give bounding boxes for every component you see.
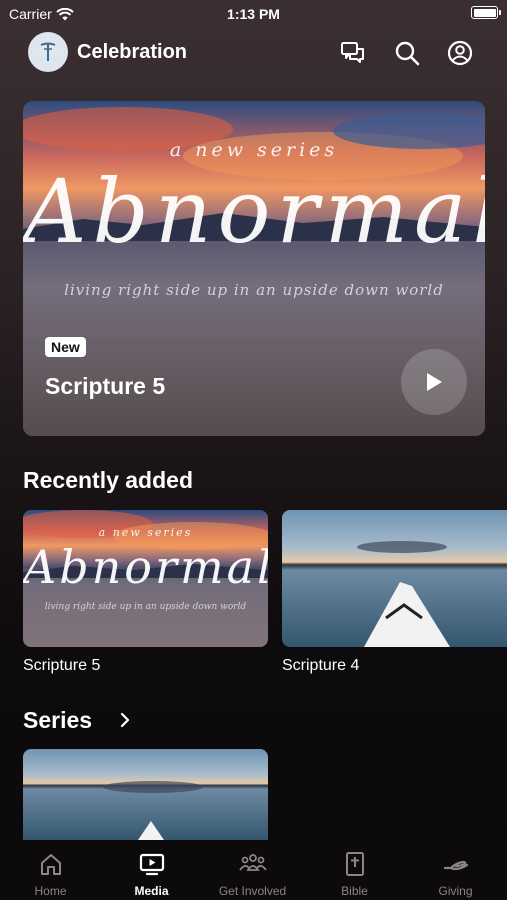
home-icon (40, 854, 61, 875)
giving-icon (443, 860, 468, 871)
profile-icon (447, 40, 473, 66)
media-thumbnail[interactable] (282, 510, 507, 647)
tab-label: Giving (438, 884, 473, 898)
tab-label: Get Involved (218, 884, 287, 898)
search-icon (395, 41, 420, 66)
tab-media[interactable]: Media (101, 840, 202, 900)
new-badge: New (45, 337, 86, 357)
status-bar: Carrier 1:13 PM (0, 0, 507, 28)
status-right (471, 6, 501, 19)
thumbnail-tagline: living right side up in an upside down w… (44, 602, 247, 612)
bible-icon (345, 852, 364, 876)
media-label[interactable]: Scripture 4 (282, 657, 359, 675)
cross-logo-icon (40, 42, 56, 61)
profile-button[interactable] (446, 39, 474, 67)
thumbnail-title: Abnormal (23, 540, 268, 594)
media-label[interactable]: Scripture 5 (23, 657, 100, 675)
tab-label: Media (134, 884, 169, 898)
chevron-right-icon[interactable] (119, 712, 131, 728)
tab-label: Home (34, 884, 67, 898)
app-header: Celebration (0, 32, 507, 74)
app-title: Celebration (77, 41, 188, 63)
featured-title: Scripture 5 (45, 373, 166, 399)
church-logo[interactable] (28, 32, 68, 72)
kayak-lake-artwork (23, 749, 268, 840)
art-title-text: Abnormal (23, 160, 485, 263)
series-heading[interactable]: Series (23, 707, 92, 734)
messages-button[interactable] (339, 39, 367, 67)
people-icon (238, 854, 267, 871)
media-icon (139, 853, 164, 876)
search-button[interactable] (393, 39, 421, 67)
play-icon (427, 373, 442, 391)
tab-get-involved[interactable]: Get Involved (202, 840, 303, 900)
media-thumbnail[interactable]: a new series Abnormal living right side … (23, 510, 268, 647)
play-button[interactable] (401, 349, 467, 415)
tab-label: Bible (341, 884, 368, 898)
art-tagline-text: living right side up in an upside down w… (64, 281, 444, 299)
recently-added-heading: Recently added (23, 467, 193, 493)
series-thumbnail[interactable] (23, 749, 268, 840)
battery-icon (471, 6, 501, 19)
tab-bible[interactable]: Bible (304, 840, 405, 900)
tab-home[interactable]: Home (0, 840, 101, 900)
status-time: 1:13 PM (227, 6, 280, 22)
tab-giving[interactable]: Giving (405, 840, 506, 900)
tab-bar: Home Media Get Involved Bible Giving (0, 840, 507, 900)
messages-icon (341, 42, 364, 63)
kayak-lake-artwork (282, 510, 507, 647)
